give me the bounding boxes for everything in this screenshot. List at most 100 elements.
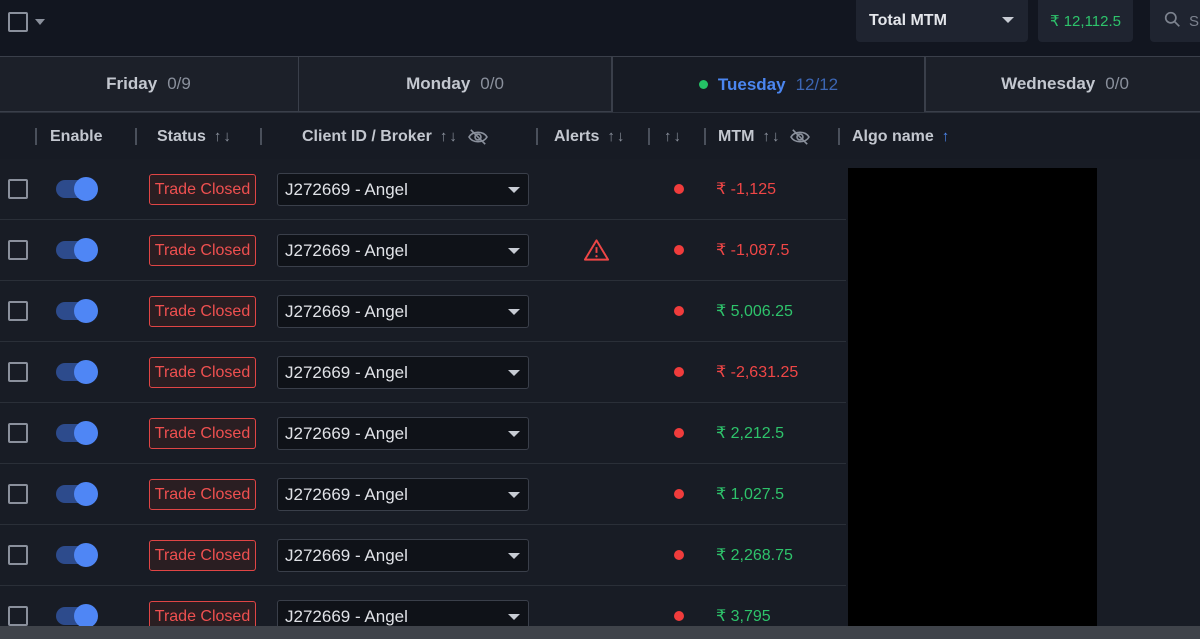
tab-tuesday[interactable]: Tuesday 12/12 xyxy=(612,56,925,112)
sort-arrows-icon[interactable]: ↑↓ xyxy=(607,128,626,145)
enable-toggle[interactable] xyxy=(56,482,98,506)
client-broker-select[interactable]: J272669 - Angel xyxy=(277,539,529,572)
header-enable: Enable xyxy=(50,113,102,160)
status-badge: Trade Closed xyxy=(149,235,256,266)
toggle-knob xyxy=(74,177,98,201)
table-header: Enable Status ↑↓ Client ID / Broker ↑↓ A… xyxy=(0,112,1200,159)
column-divider xyxy=(35,128,37,145)
table-row[interactable]: Trade Closed J272669 - Angel ₹ 5,006.25 xyxy=(0,281,846,342)
chevron-down-icon xyxy=(508,553,520,559)
active-status-dot xyxy=(698,80,708,89)
status-badge: Trade Closed xyxy=(149,418,256,449)
day-tabs: Friday 0/9 Monday 0/0 Tuesday 12/12 Wedn… xyxy=(0,56,1200,112)
table-row[interactable]: Trade Closed J272669 - Angel ₹ 3,795 xyxy=(0,586,846,629)
client-broker-value: J272669 - Angel xyxy=(285,301,408,321)
header-client[interactable]: Client ID / Broker ↑↓ xyxy=(302,113,489,160)
enable-toggle[interactable] xyxy=(56,360,98,384)
sort-arrows-icon[interactable]: ↑↓ xyxy=(762,128,781,145)
client-broker-select[interactable]: J272669 - Angel xyxy=(277,295,529,328)
tab-wednesday[interactable]: Wednesday 0/0 xyxy=(925,56,1200,112)
enable-toggle[interactable] xyxy=(56,177,98,201)
warning-triangle-icon[interactable] xyxy=(583,238,610,262)
row-checkbox[interactable] xyxy=(8,240,28,260)
tab-count: 0/0 xyxy=(1105,74,1129,93)
mtm-value: ₹ 3,795 xyxy=(716,608,771,625)
client-broker-value: J272669 - Angel xyxy=(285,423,408,443)
row-checkbox[interactable] xyxy=(8,362,28,382)
eye-off-icon[interactable] xyxy=(467,128,489,146)
toggle-knob xyxy=(74,421,98,445)
header-status[interactable]: Status ↑↓ xyxy=(157,113,233,160)
row-checkbox[interactable] xyxy=(8,301,28,321)
tab-count: 0/0 xyxy=(480,74,504,93)
table-row[interactable]: Trade Closed J272669 - Angel ₹ -2,631.25 xyxy=(0,342,846,403)
tab-monday[interactable]: Monday 0/0 xyxy=(298,56,612,112)
column-divider xyxy=(648,128,650,145)
client-broker-select[interactable]: J272669 - Angel xyxy=(277,173,529,206)
header-alerts-label: Alerts xyxy=(554,127,600,145)
header-alerts[interactable]: Alerts ↑↓ xyxy=(554,113,626,160)
row-checkbox[interactable] xyxy=(8,484,28,504)
chevron-down-icon xyxy=(508,309,520,315)
tab-friday[interactable]: Friday 0/9 xyxy=(0,56,299,112)
tab-count: 0/9 xyxy=(167,74,191,93)
row-checkbox[interactable] xyxy=(8,545,28,565)
toggle-knob xyxy=(74,360,98,384)
enable-toggle[interactable] xyxy=(56,238,98,262)
client-broker-value: J272669 - Angel xyxy=(285,179,408,199)
status-badge: Trade Closed xyxy=(149,357,256,388)
table-row[interactable]: Trade Closed J272669 - Angel ₹ 1,027.5 xyxy=(0,464,846,525)
header-algo-label: Algo name xyxy=(852,127,934,145)
client-broker-value: J272669 - Angel xyxy=(285,240,408,260)
status-badge-label: Trade Closed xyxy=(154,302,251,320)
status-badge-label: Trade Closed xyxy=(154,485,251,503)
tab-day-label: Tuesday xyxy=(717,74,786,94)
mtm-value: ₹ 1,027.5 xyxy=(716,486,785,503)
status-badge-label: Trade Closed xyxy=(154,180,251,198)
total-mtm-text: ₹ 12,112.5 xyxy=(1050,13,1121,30)
enable-toggle[interactable] xyxy=(56,299,98,323)
client-broker-select[interactable]: J272669 - Angel xyxy=(277,234,529,267)
sort-arrows-icon[interactable]: ↑↓ xyxy=(214,128,233,145)
chevron-down-icon xyxy=(508,370,520,376)
table-row[interactable]: Trade Closed J272669 - Angel ₹ -1,087.5 xyxy=(0,220,846,281)
status-badge: Trade Closed xyxy=(149,479,256,510)
horizontal-scrollbar[interactable] xyxy=(0,626,1200,639)
top-bar: Total MTM ₹ 12,112.5 S xyxy=(0,0,1200,56)
client-broker-select[interactable]: J272669 - Angel xyxy=(277,417,529,450)
client-broker-value: J272669 - Angel xyxy=(285,606,408,626)
status-dot xyxy=(674,306,684,316)
header-algo[interactable]: Algo name ↑ xyxy=(852,113,951,160)
header-mtm-label: MTM xyxy=(718,127,755,145)
mtm-value: ₹ 2,268.75 xyxy=(716,547,793,564)
header-dot-sort[interactable]: ↑↓ xyxy=(664,113,683,160)
search-placeholder: S xyxy=(1189,12,1200,30)
eye-off-icon[interactable] xyxy=(789,128,811,146)
sort-up-icon[interactable]: ↑ xyxy=(942,128,952,145)
client-broker-select[interactable]: J272669 - Angel xyxy=(277,600,529,629)
client-broker-value: J272669 - Angel xyxy=(285,484,408,504)
client-broker-select[interactable]: J272669 - Angel xyxy=(277,356,529,389)
chevron-down-icon[interactable] xyxy=(35,19,45,25)
row-checkbox[interactable] xyxy=(8,606,28,626)
sort-arrows-icon[interactable]: ↑↓ xyxy=(664,128,683,145)
client-broker-value: J272669 - Angel xyxy=(285,362,408,382)
table-row[interactable]: Trade Closed J272669 - Angel ₹ 2,268.75 xyxy=(0,525,846,586)
status-dot xyxy=(674,489,684,499)
row-checkbox[interactable] xyxy=(8,179,28,199)
header-mtm[interactable]: MTM ↑↓ xyxy=(718,113,811,160)
select-all-checkbox[interactable] xyxy=(8,12,28,32)
mtm-type-select[interactable]: Total MTM xyxy=(856,0,1028,42)
status-badge: Trade Closed xyxy=(149,601,256,629)
chevron-down-icon xyxy=(508,431,520,437)
enable-toggle[interactable] xyxy=(56,543,98,567)
table-row[interactable]: Trade Closed J272669 - Angel ₹ 2,212.5 xyxy=(0,403,846,464)
sort-arrows-icon[interactable]: ↑↓ xyxy=(440,128,459,145)
row-checkbox[interactable] xyxy=(8,423,28,443)
table-row[interactable]: Trade Closed J272669 - Angel ₹ -1,125 xyxy=(0,159,846,220)
client-broker-select[interactable]: J272669 - Angel xyxy=(277,478,529,511)
column-divider xyxy=(536,128,538,145)
enable-toggle[interactable] xyxy=(56,421,98,445)
enable-toggle[interactable] xyxy=(56,604,98,628)
search-input[interactable]: S xyxy=(1150,0,1200,42)
